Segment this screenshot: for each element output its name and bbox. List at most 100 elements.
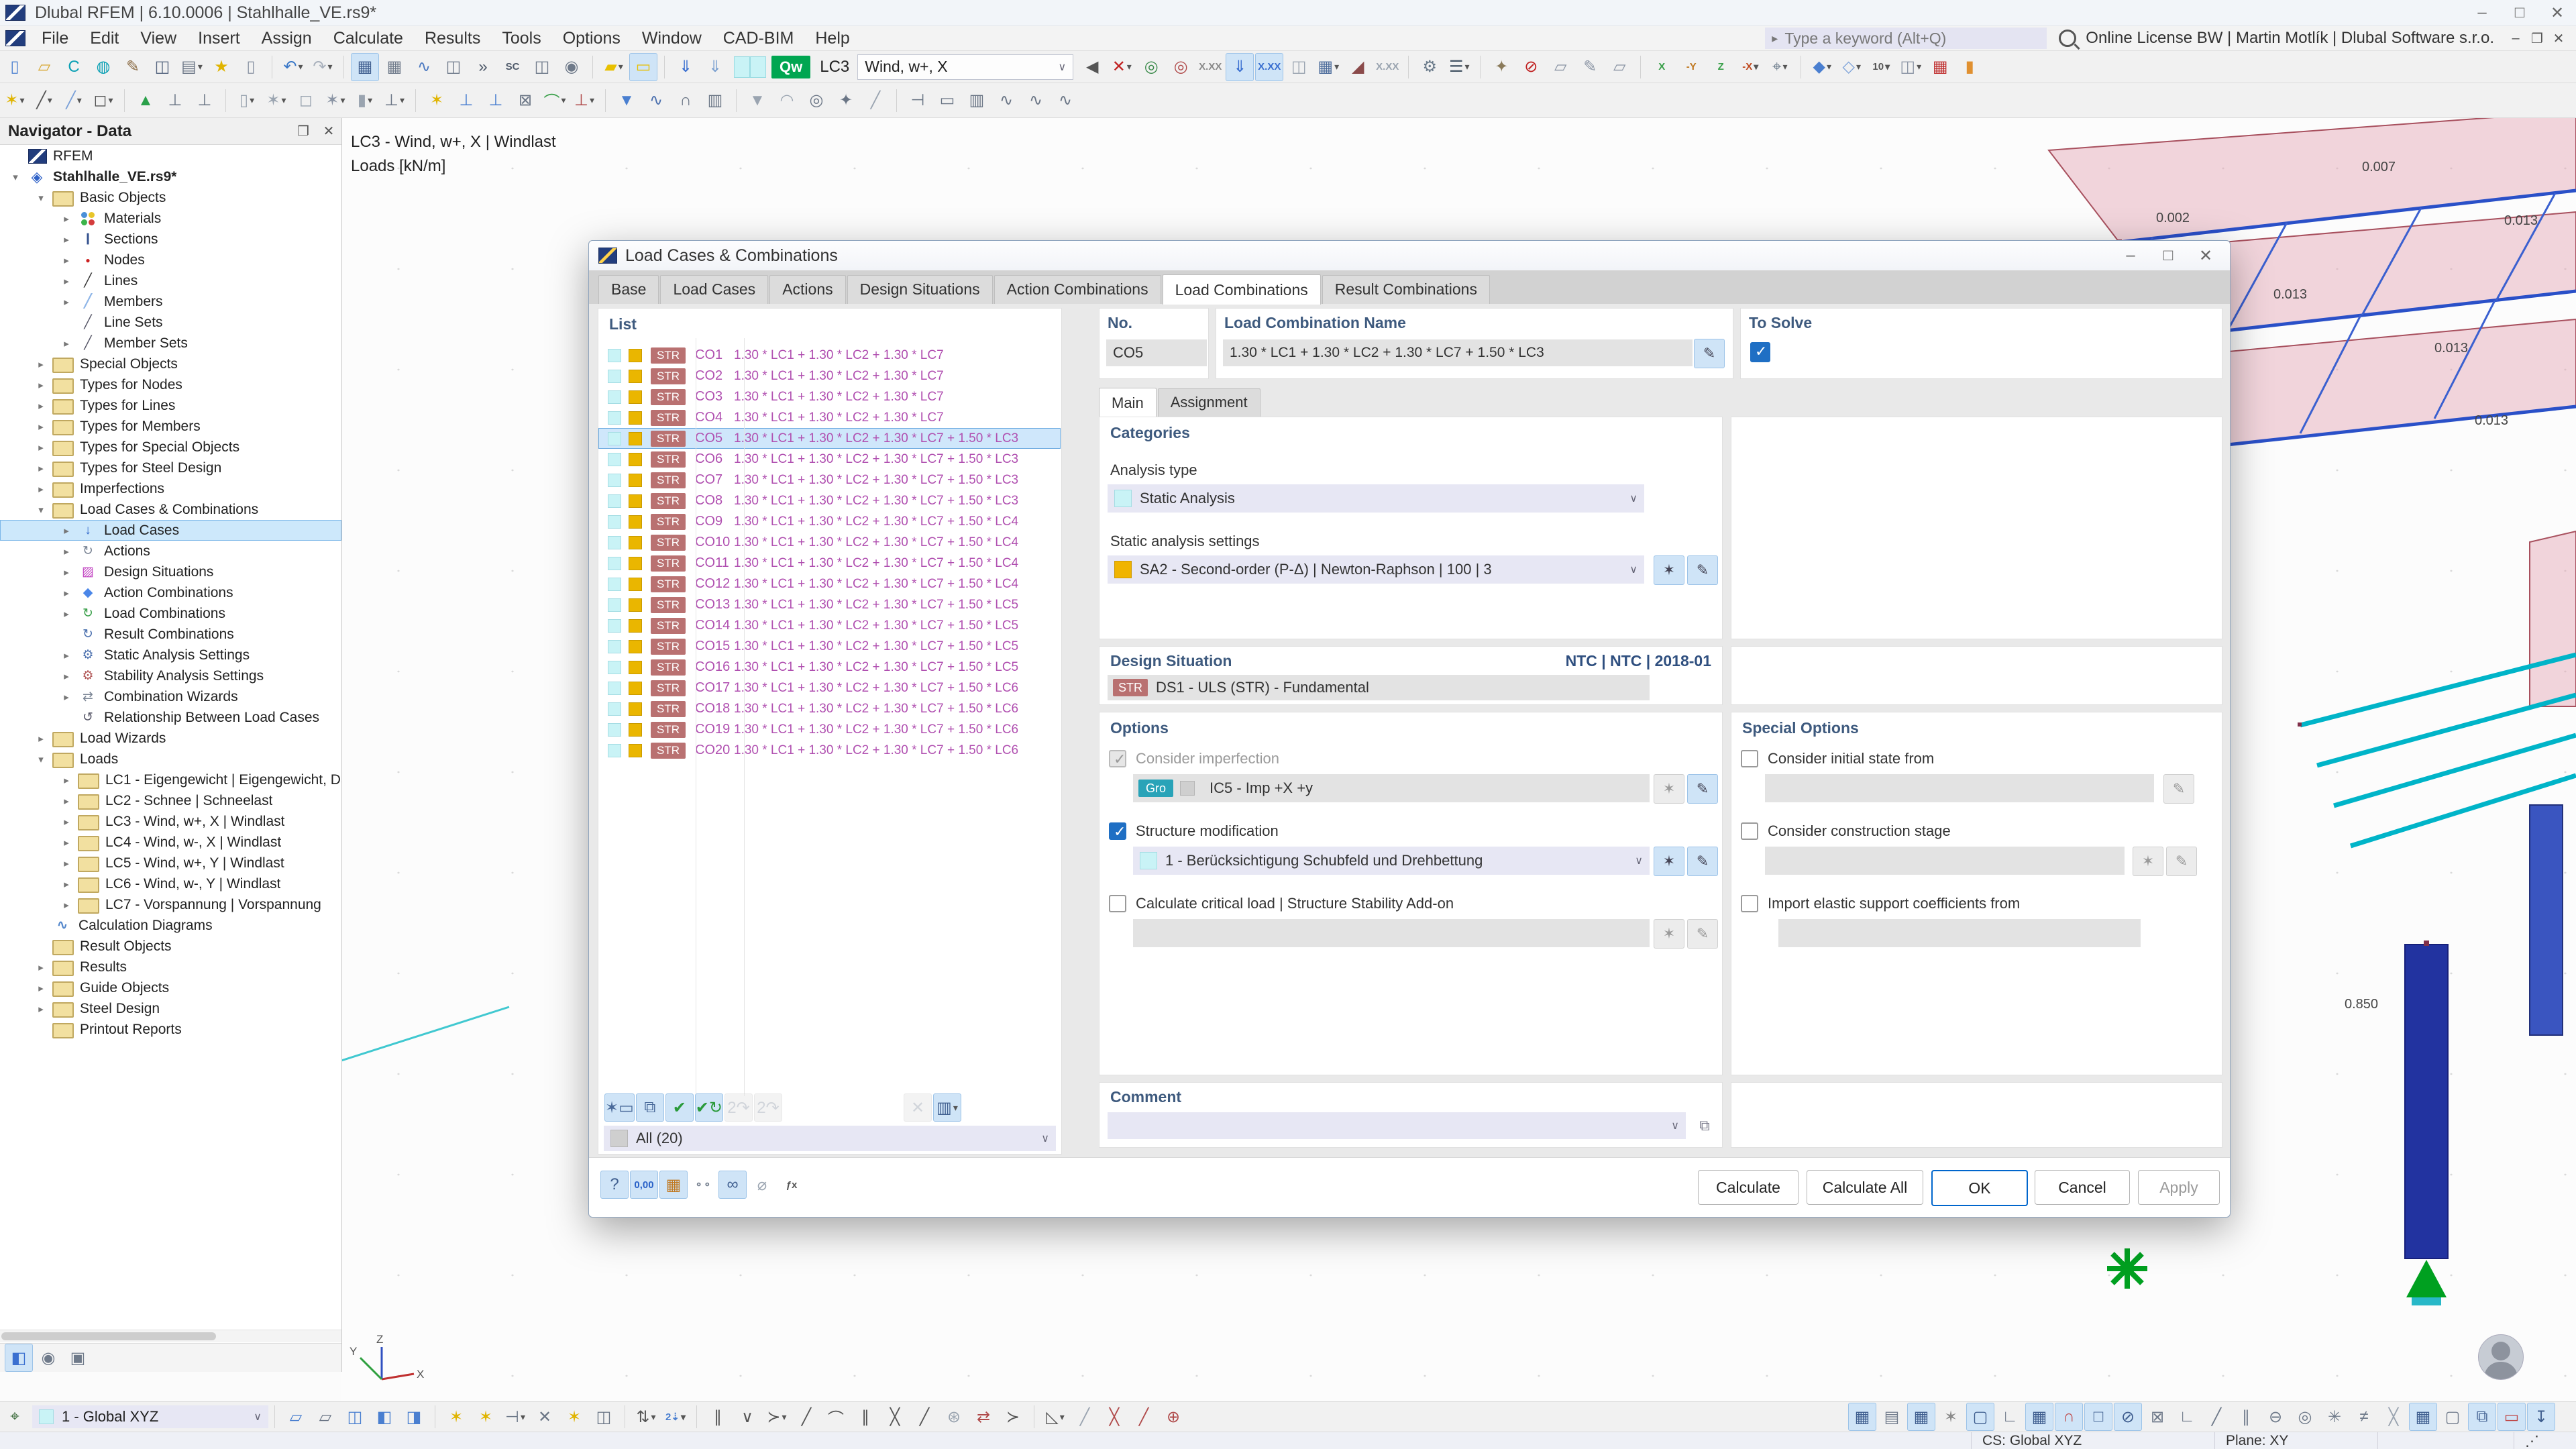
- toolbar-button-0-icon[interactable]: ✶: [442, 1403, 470, 1431]
- tree-item-calculation-diagrams[interactable]: ∿Calculation Diagrams: [0, 915, 341, 936]
- cancel-button[interactable]: Cancel: [2035, 1170, 2130, 1205]
- combination-row-co19[interactable]: STRCO191.30 * LC1 + 1.30 * LC2 + 1.30 * …: [598, 719, 1061, 740]
- toolbar-button-3-icon[interactable]: ◍: [89, 53, 117, 81]
- toolbar-button-2-icon[interactable]: ⊥: [191, 87, 219, 115]
- tree-item-relationship-between-load-cases[interactable]: ↺Relationship Between Load Cases: [0, 707, 341, 728]
- toolbar-button-5-icon[interactable]: ⊥▾: [380, 87, 409, 115]
- tree-item-types-for-members[interactable]: ▸Types for Members: [0, 416, 341, 437]
- structure-modification-select[interactable]: 1 - Berücksichtigung Schubfeld und Drehb…: [1133, 847, 1650, 875]
- solve-checkbox[interactable]: [608, 390, 621, 404]
- menu-view[interactable]: View: [129, 29, 187, 48]
- mini-minimize-icon[interactable]: –: [2505, 31, 2526, 46]
- expander-icon[interactable]: ▸: [30, 982, 52, 994]
- tree-item-types-for-steel-design[interactable]: ▸Types for Steel Design: [0, 458, 341, 478]
- tree-item-result-combinations[interactable]: ↻Result Combinations: [0, 624, 341, 645]
- navigator-float-icon[interactable]: ❐: [290, 123, 316, 140]
- construction-stage-checkbox[interactable]: [1741, 822, 1758, 840]
- dialog-maximize-icon[interactable]: □: [2149, 246, 2187, 265]
- expander-icon[interactable]: ▸: [55, 795, 78, 807]
- toolbar-button-1-icon[interactable]: ╱: [1071, 1403, 1099, 1431]
- toolbar-button-1-icon[interactable]: ✶: [472, 1403, 500, 1431]
- expander-icon[interactable]: ▾: [30, 192, 52, 204]
- tree-item-lc7-vorspannung-vorspannung[interactable]: ▸LC7 - Vorspannung | Vorspannung: [0, 894, 341, 915]
- toolbar-button-2-icon[interactable]: ◻: [292, 87, 320, 115]
- dialog-close-icon[interactable]: ✕: [2187, 246, 2224, 266]
- menu-insert[interactable]: Insert: [187, 29, 251, 48]
- expander-icon[interactable]: ▸: [30, 733, 52, 745]
- dialog-tool-6-icon[interactable]: ƒx: [777, 1171, 806, 1199]
- toolbar-button-4-icon[interactable]: ⊕: [1159, 1403, 1187, 1431]
- navigator-page-tab-2-icon[interactable]: ▣: [64, 1344, 92, 1372]
- solve-checkbox[interactable]: [608, 723, 621, 737]
- toolbar-button-12-icon[interactable]: ╱: [2202, 1403, 2231, 1431]
- expander-icon[interactable]: ▸: [55, 608, 78, 620]
- expander-icon[interactable]: ▸: [55, 691, 78, 703]
- tree-item-rfem[interactable]: RFEM: [0, 146, 341, 166]
- toolbar-button-1-icon[interactable]: ▭: [629, 53, 657, 81]
- toolbar-button-2-icon[interactable]: ◎: [1137, 53, 1165, 81]
- toolbar-button-27-icon[interactable]: ◆▾: [1808, 53, 1836, 81]
- toolbar-button-0-icon[interactable]: ↶▾: [279, 53, 307, 81]
- tree-item-lc4-wind-w-x-windlast[interactable]: ▸LC4 - Wind, w-, X | Windlast: [0, 832, 341, 853]
- toolbar-button-9-icon[interactable]: ◢: [1344, 53, 1372, 81]
- toolbar-button-0-icon[interactable]: ▦: [351, 53, 379, 81]
- combination-row-co18[interactable]: STRCO181.30 * LC1 + 1.30 * LC2 + 1.30 * …: [598, 698, 1061, 719]
- toolbar-button-0-icon[interactable]: ▼: [743, 87, 771, 115]
- menu-cad-bim[interactable]: CAD-BIM: [712, 29, 805, 48]
- toolbar-button-0-icon[interactable]: ⇓: [672, 53, 700, 81]
- toolbar-button-0-icon[interactable]: ✶▾: [1, 87, 29, 115]
- toolbar-button-5-icon[interactable]: ◫: [148, 53, 176, 81]
- expander-icon[interactable]: ▸: [55, 774, 78, 786]
- toolbar-button-3-icon[interactable]: ◧: [370, 1403, 398, 1431]
- subtab-assignment[interactable]: Assignment: [1158, 388, 1260, 417]
- toolbar-button-3-icon[interactable]: ✕: [531, 1403, 559, 1431]
- expander-icon[interactable]: ▸: [30, 379, 52, 391]
- analysis-type-select[interactable]: Static Analysis ∨: [1108, 484, 1644, 513]
- toolbar-button-7-icon[interactable]: ◫: [1285, 53, 1313, 81]
- toolbar-button-1-icon[interactable]: ✕▾: [1108, 53, 1136, 81]
- tree-item-special-objects[interactable]: ▸Special Objects: [0, 354, 341, 374]
- toolbar-button-4-icon[interactable]: X.XX: [1196, 53, 1224, 81]
- close-icon[interactable]: ✕: [2538, 3, 2576, 23]
- expander-icon[interactable]: ▸: [30, 961, 52, 973]
- toolbar-button-6-icon[interactable]: ▤▾: [178, 53, 206, 81]
- toolbar-button-14-icon[interactable]: ⊖: [2261, 1403, 2290, 1431]
- menu-assign[interactable]: Assign: [251, 29, 323, 48]
- search-icon[interactable]: [2059, 30, 2076, 47]
- toolbar-button-3-icon[interactable]: ▥: [701, 87, 729, 115]
- toolbar-button-1-icon[interactable]: ⊥: [161, 87, 189, 115]
- toolbar-button-7-icon[interactable]: ★: [207, 53, 235, 81]
- tree-item-basic-objects[interactable]: ▾Basic Objects: [0, 187, 341, 208]
- tree-item-sections[interactable]: ▸ⅠSections: [0, 229, 341, 250]
- initial-state-edit-button[interactable]: ✎: [2163, 774, 2194, 804]
- critical-new-button[interactable]: ✶: [1654, 919, 1684, 949]
- toolbar-button-0-icon[interactable]: ⊣: [904, 87, 932, 115]
- tree-item-load-cases-combinations[interactable]: ▾Load Cases & Combinations: [0, 499, 341, 520]
- solve-checkbox[interactable]: [608, 411, 621, 425]
- toolbar-button-4-icon[interactable]: ✶: [560, 1403, 588, 1431]
- dialog-tool-5-icon[interactable]: ⌀: [748, 1171, 776, 1199]
- toolbar-button-1-icon[interactable]: ▭: [933, 87, 961, 115]
- tree-item-member-sets[interactable]: ▸╱Member Sets: [0, 333, 341, 354]
- toolbar-button-12-icon[interactable]: ⚙: [1415, 53, 1444, 81]
- expander-icon[interactable]: ▸: [30, 358, 52, 370]
- combination-row-co15[interactable]: STRCO151.30 * LC1 + 1.30 * LC2 + 1.30 * …: [598, 636, 1061, 657]
- solve-checkbox[interactable]: [608, 474, 621, 487]
- list-tool-0-icon[interactable]: ✶▭: [604, 1093, 635, 1122]
- toolbar-button-3-icon[interactable]: ✦: [832, 87, 860, 115]
- tree-item-printout-reports[interactable]: Printout Reports: [0, 1019, 341, 1040]
- toolbar-button-0-icon[interactable]: ✶: [423, 87, 451, 115]
- toolbar-button-6-icon[interactable]: X.XX: [1255, 53, 1283, 81]
- solve-checkbox[interactable]: [608, 744, 621, 757]
- toolbar-button-6-icon[interactable]: ◫: [528, 53, 556, 81]
- toolbar-button-0-icon[interactable]: ∥: [704, 1403, 732, 1431]
- toolbar-button-1-icon[interactable]: ✶▾: [262, 87, 290, 115]
- toolbar-button-1-icon[interactable]: ◠: [773, 87, 801, 115]
- combination-row-co20[interactable]: STRCO201.30 * LC1 + 1.30 * LC2 + 1.30 * …: [598, 740, 1061, 761]
- toolbar-button-18-icon[interactable]: ╳: [2379, 1403, 2408, 1431]
- menu-window[interactable]: Window: [631, 29, 712, 48]
- toolbar-button-4-icon[interactable]: ◨: [400, 1403, 428, 1431]
- combination-row-co13[interactable]: STRCO131.30 * LC1 + 1.30 * LC2 + 1.30 * …: [598, 594, 1061, 615]
- tree-item-lc5-wind-w-y-windlast[interactable]: ▸LC5 - Wind, w+, Y | Windlast: [0, 853, 341, 873]
- toolbar-button-6-icon[interactable]: ╳: [881, 1403, 909, 1431]
